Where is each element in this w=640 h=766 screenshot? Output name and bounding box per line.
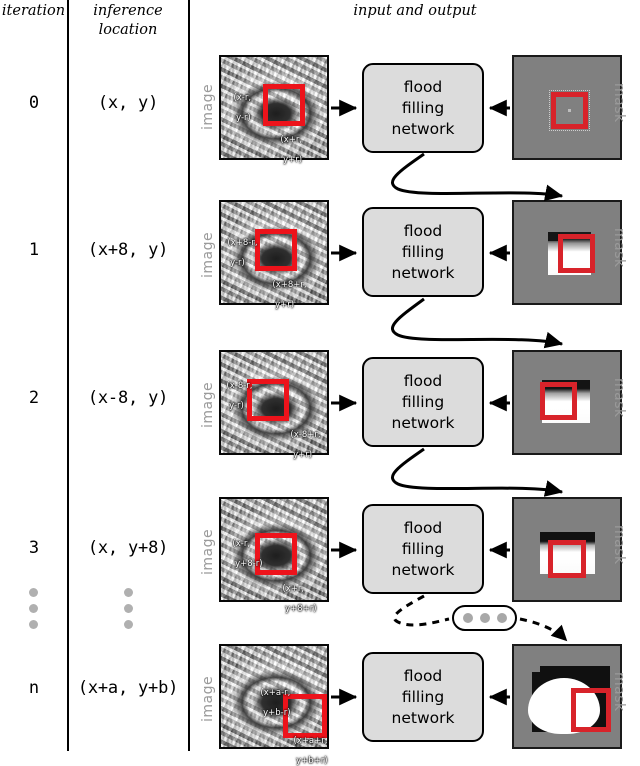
coord-bottomright-row-n: (x+a+r, y+b+r) [288, 726, 328, 766]
coord-bottomright-row-1: (x+8+r, y+r) [267, 270, 307, 310]
coord-bottomright-row-2: (x-8+r, y+r) [285, 420, 321, 460]
coord-topleft-row-1: (x+8-r, y-r) [222, 228, 258, 268]
image-label-row-n: image [200, 675, 216, 722]
coord-bottomright-line2-row-1: y+r) [272, 300, 295, 310]
location-ellipsis [124, 588, 133, 629]
header-inference-location-line1: inference [93, 3, 163, 19]
location-value-0: (x, y) [97, 93, 159, 113]
iteration-value-2: 2 [28, 388, 40, 408]
flood-filling-network-row-3[interactable]: flood filling network [362, 504, 484, 594]
coord-bottomright-line2-row-2: y+r) [290, 450, 313, 460]
mask-label-row-0: mask [611, 83, 627, 123]
network-label-line2-row-0: filling [401, 98, 445, 117]
location-value-n: (x+a, y+b) [77, 678, 179, 698]
network-label-line3-row-0: network [391, 119, 455, 138]
output-mask-row-3 [512, 497, 622, 602]
roi-box-image-row-0 [263, 84, 305, 126]
image-label-row-3: image [200, 528, 216, 575]
flood-filling-network-row-0[interactable]: flood filling network [362, 63, 484, 153]
mask-label-row-1: mask [611, 228, 627, 268]
column-divider-location [188, 0, 190, 751]
coord-topleft-row-2: (x-8-r, y-r) [221, 371, 253, 411]
network-label-line3-row-n: network [391, 708, 455, 727]
coord-topleft-row-0: (x-r, y-r) [228, 83, 251, 123]
image-label-row-0: image [200, 83, 216, 130]
roi-box-mask-row-n [571, 688, 611, 732]
iteration-value-0: 0 [28, 93, 40, 113]
network-label-line1-row-3: flood [403, 518, 443, 537]
flood-filling-network-row-1[interactable]: flood filling network [362, 207, 484, 297]
coord-bottomright-line2-row-3: y+8+r) [282, 604, 317, 614]
network-label-line1-row-1: flood [403, 221, 443, 240]
header-inference-location-line2: location [98, 22, 158, 38]
network-label-line3-row-1: network [391, 263, 455, 282]
image-label-row-2: image [200, 381, 216, 428]
coord-bottomright-line1-row-2: (x-8+r, [290, 430, 321, 440]
iteration-ellipsis-pill [452, 605, 517, 631]
seed-dot-row-0 [568, 109, 571, 112]
network-label-line3-row-3: network [391, 560, 455, 579]
coord-topleft-row-n: (x+a-r, y+b-r) [255, 678, 291, 718]
iteration-value-n: n [28, 678, 40, 698]
coord-bottomright-row-0: (x+r, y+r) [275, 125, 302, 165]
ellipsis-dot-2 [479, 613, 490, 623]
network-label-line2-row-3: filling [401, 539, 445, 558]
coord-topleft-line2-row-1: y-r) [227, 258, 245, 268]
network-label-line1-row-n: flood [403, 666, 443, 685]
coord-topleft-row-3: (x-r, y+8-r) [227, 529, 263, 569]
network-label-line2-row-2: filling [401, 392, 445, 411]
image-label-row-1: image [200, 231, 216, 278]
mask-label-row-3: mask [611, 525, 627, 565]
header-iteration: iteration [1, 3, 66, 19]
header-input-and-output: input and output [353, 3, 477, 19]
coord-bottomright-line1-row-0: (x+r, [280, 135, 303, 145]
coord-topleft-line1-row-n: (x+a-r, [260, 688, 291, 698]
network-label-line1-row-2: flood [403, 371, 443, 390]
flood-filling-network-row-n[interactable]: flood filling network [362, 652, 484, 742]
roi-box-image-row-1 [255, 229, 297, 271]
output-mask-row-2 [512, 350, 622, 455]
mask-label-row-n: mask [611, 672, 627, 712]
network-label-line2-row-n: filling [401, 687, 445, 706]
arrow-image-to-network [331, 99, 358, 706]
ellipsis-dot-3 [496, 613, 507, 623]
coord-topleft-line2-row-0: y-r) [233, 113, 251, 123]
output-mask-row-1 [512, 200, 622, 305]
coord-topleft-line1-row-2: (x-8-r, [226, 381, 253, 391]
location-value-3: (x, y+8) [87, 538, 169, 558]
coord-topleft-line1-row-0: (x-r, [233, 93, 252, 103]
coord-bottomright-line1-row-n: (x+a+r, [293, 736, 328, 746]
coord-topleft-line1-row-1: (x+8-r, [227, 238, 258, 248]
output-mask-row-0 [512, 55, 622, 160]
iteration-value-3: 3 [28, 538, 40, 558]
coord-bottomright-line2-row-n: y+b+r) [293, 756, 328, 766]
coord-topleft-line1-row-3: (x-r, [232, 539, 251, 549]
ellipsis-dot-1 [462, 613, 473, 623]
output-mask-row-n [512, 644, 622, 749]
coord-bottomright-line1-row-3: (x+r, [282, 584, 305, 594]
coord-topleft-line2-row-n: y+b-r) [260, 708, 291, 718]
iteration-value-1: 1 [28, 240, 40, 260]
flood-filling-network-row-2[interactable]: flood filling network [362, 357, 484, 447]
coord-bottomright-line1-row-1: (x+8+r, [272, 280, 307, 290]
mask-label-row-2: mask [611, 378, 627, 418]
network-label-line3-row-2: network [391, 413, 455, 432]
coord-topleft-line2-row-2: y-r) [226, 401, 244, 411]
location-value-1: (x+8, y) [87, 240, 169, 260]
roi-box-mask-row-1 [558, 234, 595, 273]
coord-bottomright-line2-row-0: y+r) [280, 155, 303, 165]
iteration-ellipsis [29, 588, 38, 629]
location-value-2: (x-8, y) [87, 388, 169, 408]
roi-box-mask-row-2 [540, 382, 577, 420]
network-label-line1-row-0: flood [403, 77, 443, 96]
roi-box-mask-row-3 [548, 540, 586, 578]
coord-topleft-line2-row-3: y+8-r) [232, 559, 263, 569]
roi-box-image-row-2 [247, 379, 289, 421]
coord-bottomright-row-3: (x+r, y+8+r) [277, 574, 317, 614]
network-label-line2-row-1: filling [401, 242, 445, 261]
